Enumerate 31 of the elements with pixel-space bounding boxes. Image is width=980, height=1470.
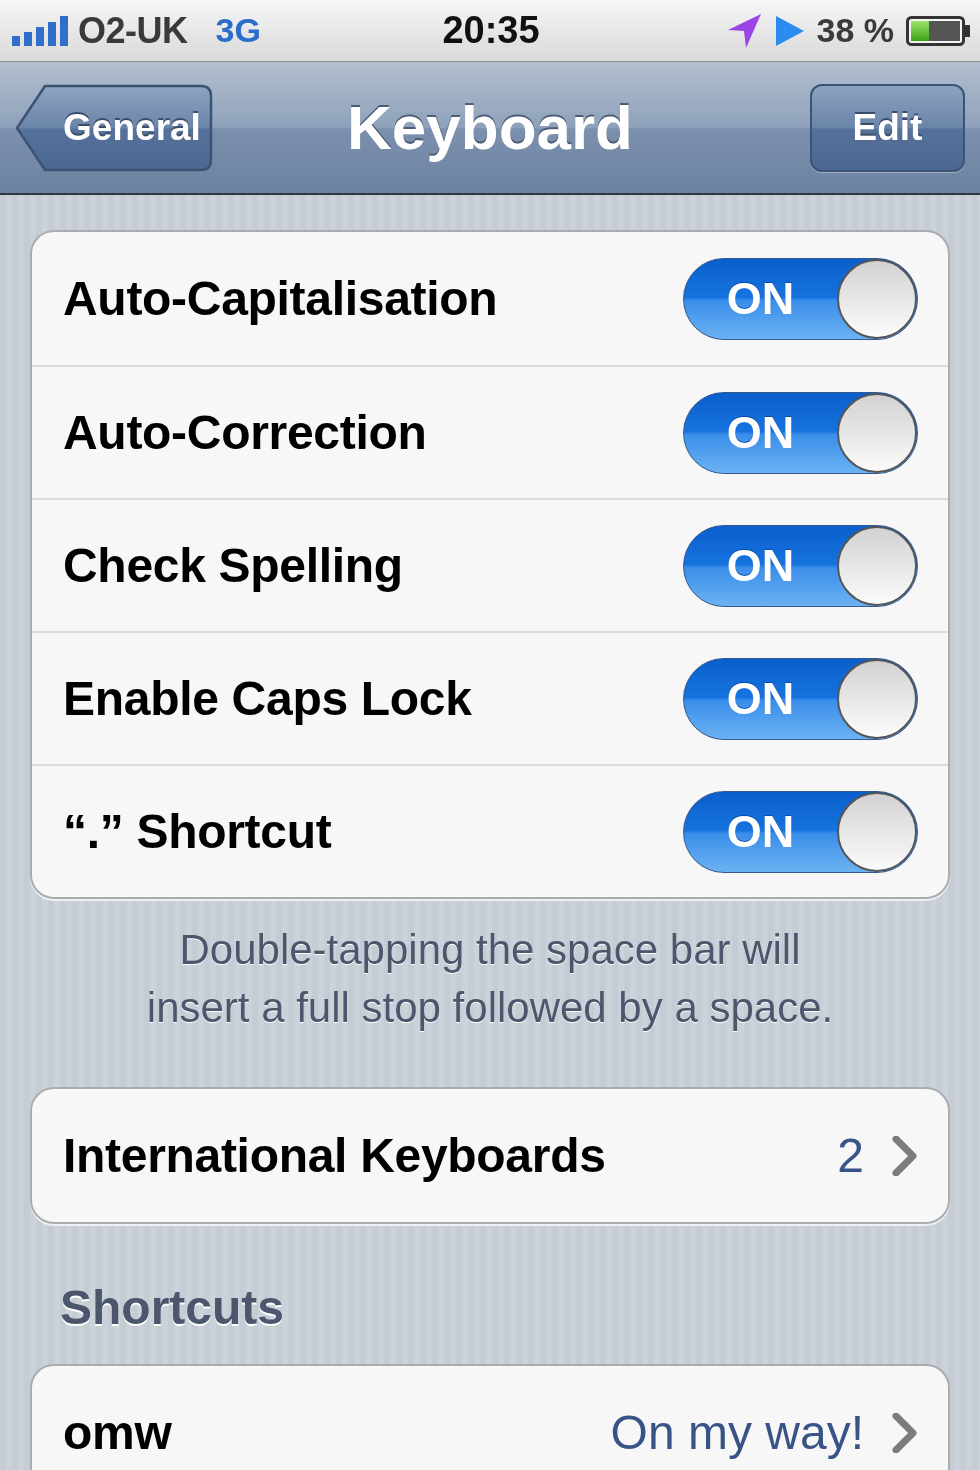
toggle-switch[interactable]: ON (683, 257, 918, 340)
toggle-switch[interactable]: ON (683, 524, 918, 607)
shortcut-row[interactable]: omw On my way! (32, 1366, 948, 1470)
footer-note: Double-tapping the space bar will insert a full stop followed by a space. (145, 925, 835, 1033)
shortcut-expansion: On my way! (610, 1405, 864, 1460)
play-icon (774, 14, 805, 47)
screen-title: Keyboard (347, 92, 633, 164)
setting-label: Auto-Correction (63, 405, 427, 460)
setting-label: Check Spelling (63, 538, 403, 593)
toggle-switch[interactable]: ON (683, 790, 918, 873)
toggle-switch[interactable]: ON (683, 657, 918, 740)
battery-icon (906, 15, 970, 46)
back-button[interactable]: General (15, 83, 213, 172)
location-arrow-icon (726, 12, 763, 49)
network-type: 3G (215, 10, 261, 51)
setting-label: International Keyboards (63, 1128, 606, 1183)
shortcut-phrase: omw (63, 1405, 172, 1460)
edit-button[interactable]: Edit (810, 83, 965, 172)
chevron-icon (892, 1412, 918, 1453)
setting-label: Enable Caps Lock (63, 671, 472, 726)
signal-bars-icon (12, 15, 68, 46)
carrier-name: O2-UK (78, 8, 188, 53)
section-header: Shortcuts (59, 1280, 285, 1336)
clock-time: 20:35 (442, 8, 540, 53)
battery-percentage: 38 % (816, 10, 894, 51)
toggle-switch[interactable]: ON (683, 391, 918, 474)
settings-row[interactable]: International Keyboards 2 (32, 1089, 948, 1222)
keyboard-count: 2 (837, 1128, 864, 1183)
setting-label: Auto-Capitalisation (63, 271, 498, 326)
setting-label: “.” Shortcut (63, 804, 332, 859)
chevron-icon (892, 1135, 918, 1176)
